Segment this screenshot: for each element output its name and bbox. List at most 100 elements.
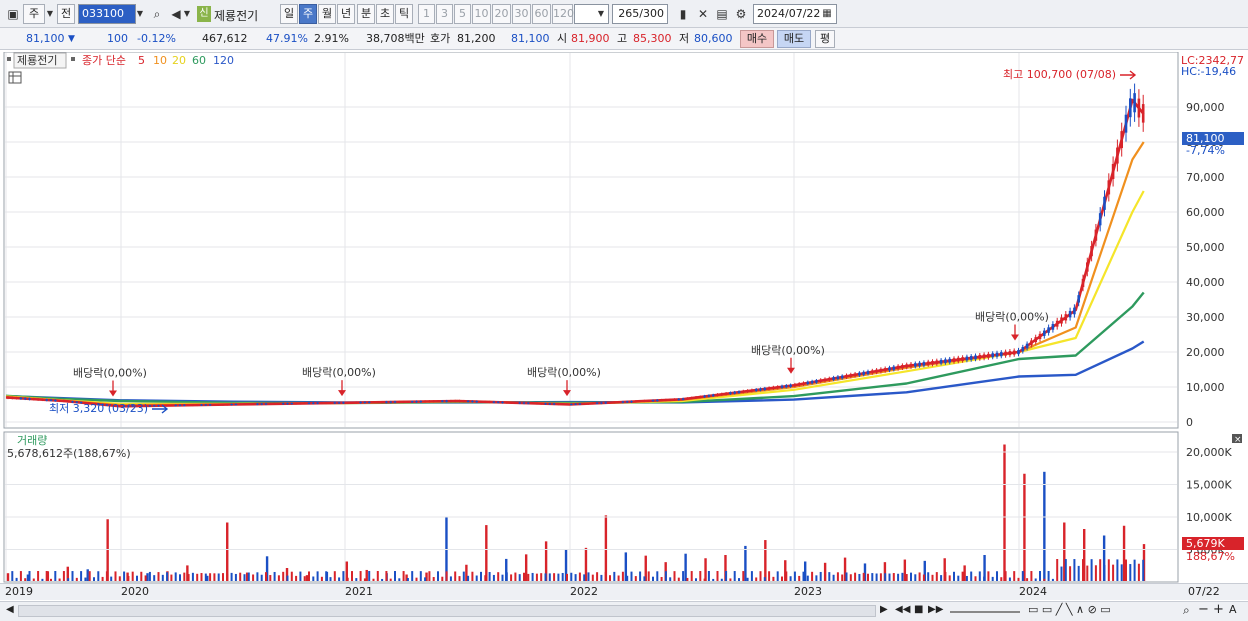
- auto-scale-icon[interactable]: A: [1229, 603, 1237, 616]
- high-label: 고: [617, 32, 628, 45]
- interval-dropdown-icon[interactable]: ▼: [594, 4, 608, 24]
- period-day[interactable]: 일: [280, 4, 298, 24]
- volume-bar-small: [277, 575, 280, 581]
- x-label-2023: 2023: [794, 585, 822, 598]
- scroll-left-icon[interactable]: ◀: [6, 604, 14, 615]
- candle-body: [931, 360, 934, 365]
- volume-bar-small: [609, 575, 611, 581]
- stock-code-value: 033100: [82, 7, 124, 20]
- volume-bar-small: [492, 574, 495, 581]
- eval-label: 평: [819, 32, 831, 45]
- volume-bar: [1043, 471, 1046, 581]
- crosshair-icon[interactable]: ✕: [694, 4, 712, 24]
- interval-60[interactable]: 60: [532, 4, 551, 24]
- candle-body: [1012, 350, 1016, 355]
- volume-bar-small: [712, 578, 715, 581]
- volume-bar-small: [531, 572, 534, 581]
- volume-bar-small: [1060, 566, 1063, 581]
- interval-3[interactable]: 3: [436, 4, 453, 24]
- volume-bar-small: [1021, 571, 1024, 581]
- interval-10[interactable]: 10: [472, 4, 491, 24]
- volume-value-label: 5,678,612주(188,67%): [7, 447, 131, 460]
- table-icon[interactable]: [8, 71, 22, 84]
- speaker-dropdown-icon[interactable]: ▼: [181, 4, 193, 24]
- volume-bar-small: [368, 571, 371, 581]
- zoom-in-icon[interactable]: +: [1213, 602, 1224, 617]
- layout-icon[interactable]: ▣: [4, 4, 22, 24]
- zoom-search-icon[interactable]: ⌕: [1183, 603, 1190, 618]
- period-second[interactable]: 초: [376, 4, 394, 24]
- save-icon[interactable]: ▤: [713, 4, 731, 24]
- prev-button[interactable]: 전: [57, 4, 75, 24]
- volume-bar-small: [978, 571, 981, 581]
- zoom-slider[interactable]: [950, 611, 1020, 613]
- code-dropdown-icon[interactable]: ▼: [134, 4, 146, 24]
- candle-body: [492, 401, 496, 403]
- zoom-out-icon[interactable]: −: [1198, 602, 1209, 617]
- interval-20[interactable]: 20: [492, 4, 511, 24]
- volume-bar: [963, 565, 966, 581]
- chevron-down-icon[interactable]: ▼: [44, 4, 56, 24]
- candle-body: [23, 397, 27, 400]
- period-day-label: 일: [283, 7, 295, 20]
- volume-bar-small: [1000, 577, 1003, 581]
- period-week-label: 주: [302, 7, 314, 20]
- candle-body: [367, 401, 371, 403]
- count-total: /300: [639, 7, 664, 20]
- candle-body: [969, 356, 973, 360]
- price-tick-label: 0: [1186, 416, 1193, 429]
- volume-bar-small: [690, 571, 693, 581]
- period-tick[interactable]: 틱: [395, 4, 413, 24]
- candle-icon[interactable]: ▮: [674, 4, 692, 24]
- candle-body: [226, 404, 229, 406]
- gear-icon[interactable]: ⚙: [732, 4, 750, 24]
- candle-body: [178, 404, 182, 406]
- volume-bar-small: [157, 572, 160, 581]
- tool-icons[interactable]: ▭ ▭ ╱ ╲ ∧ ⊘ ▭: [1028, 603, 1111, 616]
- candle-body: [909, 363, 913, 368]
- x-label-2020: 2020: [121, 585, 149, 598]
- stock-chart[interactable]: 0 10,000 20,000 30,000 40,000 50,000 60,000 70,…: [0, 52, 1248, 602]
- scroll-track[interactable]: [18, 605, 876, 617]
- count-input[interactable]: 265/300: [612, 4, 668, 24]
- volume-bar-small: [811, 571, 814, 581]
- forward-icon[interactable]: ▶▶: [928, 604, 943, 615]
- calendar-icon[interactable]: ▦: [820, 4, 834, 24]
- legend-square-icon: [7, 57, 11, 61]
- hc-label: HC:-19,46: [1181, 65, 1236, 78]
- volume-bar-small: [299, 571, 302, 581]
- play-icon[interactable]: ▶: [880, 604, 888, 615]
- volume-bar-small: [226, 573, 229, 581]
- period-tick-label: 틱: [398, 7, 410, 20]
- volume-bar-small: [922, 574, 925, 581]
- x-axis-bar: 2019 2020 2021 2022 2023 2024 07/22: [0, 583, 1248, 600]
- period-year[interactable]: 년: [337, 4, 355, 24]
- period-month[interactable]: 월: [318, 4, 336, 24]
- stock-code-input[interactable]: 033100: [78, 4, 136, 24]
- volume-bar-small: [1056, 559, 1059, 581]
- volume-bar-small: [862, 572, 865, 581]
- interval-1[interactable]: 1: [418, 4, 435, 24]
- rewind-icon[interactable]: ◀◀: [895, 604, 910, 615]
- sell-button[interactable]: 매도: [777, 30, 811, 48]
- buy-button[interactable]: 매수: [740, 30, 774, 48]
- volume-bar-small: [1017, 577, 1020, 581]
- volume-bar-small: [544, 573, 547, 581]
- volume-bar: [1003, 444, 1006, 581]
- volume-bar-small: [892, 573, 895, 581]
- interval-30[interactable]: 30: [512, 4, 531, 24]
- period-week[interactable]: 주: [299, 4, 317, 24]
- candle-body: [419, 400, 423, 403]
- interval-5[interactable]: 5: [454, 4, 471, 24]
- stop-icon[interactable]: ■: [914, 604, 923, 615]
- search-icon[interactable]: ⌕: [148, 4, 166, 24]
- volume-bar: [744, 545, 747, 581]
- eval-button[interactable]: 평: [815, 30, 835, 48]
- interval-120[interactable]: 120: [552, 4, 574, 24]
- type-dropdown[interactable]: 주: [23, 4, 45, 24]
- volume-bar-small: [7, 577, 9, 581]
- candle-body: [174, 404, 177, 406]
- period-minute[interactable]: 분: [357, 4, 375, 24]
- candle-body: [54, 399, 57, 402]
- candle-body: [1051, 324, 1055, 330]
